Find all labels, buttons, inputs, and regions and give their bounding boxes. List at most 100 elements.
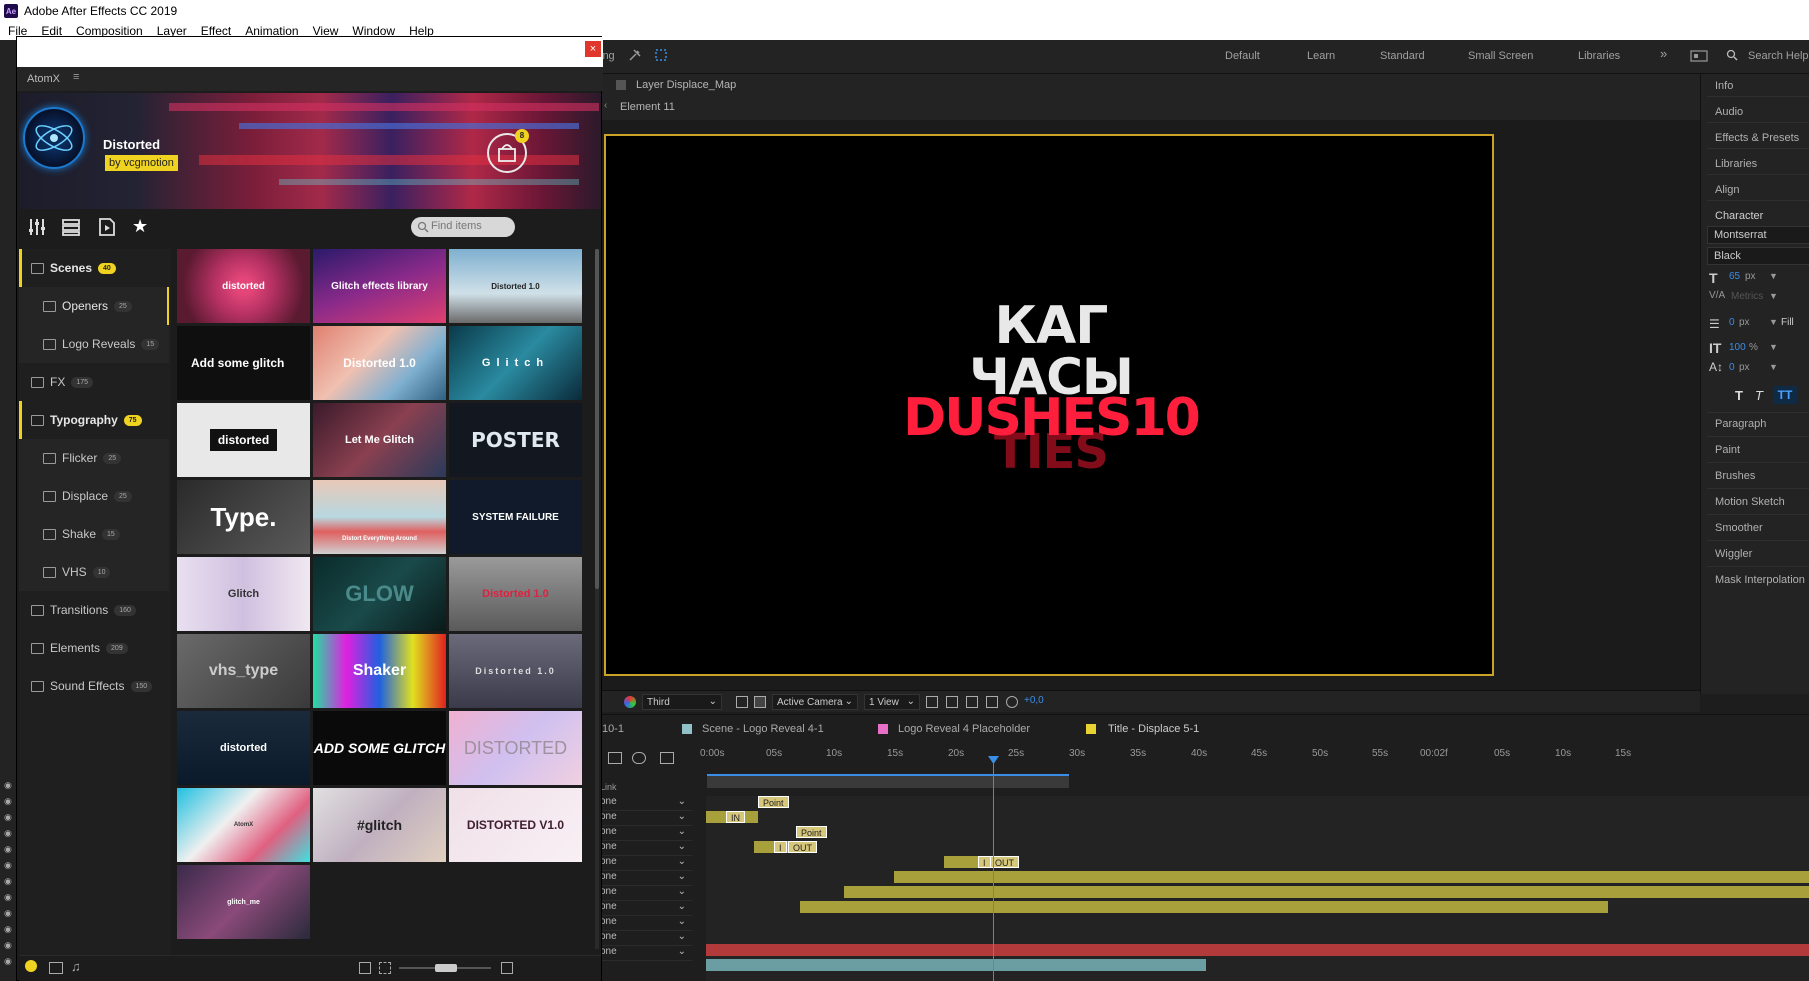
eye-icon[interactable]: ◉ [4,956,12,967]
thumbnail-size-slider[interactable] [399,964,491,972]
category-logo-reveals[interactable]: Logo Reveals 15 [19,325,169,363]
panel-motion-sketch[interactable]: Motion Sketch [1715,496,1785,508]
panel-paragraph[interactable]: Paragraph [1715,418,1766,430]
category-scenes[interactable]: Scenes 40 [19,249,169,287]
category-typography[interactable]: Typography 75 [19,401,169,439]
transparency-grid-icon[interactable] [946,696,958,708]
faux-italic-icon[interactable]: T [1755,388,1763,403]
item-thumbnail[interactable]: distorted [177,249,310,323]
item-thumbnail[interactable]: Distorted 1.0 [449,634,582,708]
panel-wiggler[interactable]: Wiggler [1715,548,1752,560]
all-caps-icon[interactable]: TT [1773,386,1797,404]
item-thumbnail[interactable]: Glitch [177,557,310,631]
timeline-tab-3[interactable]: Logo Reveal 4 Placeholder [898,723,1030,735]
breadcrumb[interactable]: Element 11 [620,101,675,113]
leading-value[interactable]: 0 [1729,317,1735,328]
layer-bar[interactable] [800,901,1608,913]
panel-sync-icon[interactable] [1690,49,1708,66]
eye-icon[interactable]: ◉ [4,828,12,839]
eye-icon[interactable]: ◉ [4,876,12,887]
workspace-default[interactable]: Default [1225,50,1260,62]
font-style-select[interactable]: Black [1707,247,1809,265]
panel-effects-presets[interactable]: Effects & Presets [1715,132,1799,144]
panel-libraries[interactable]: Libraries [1715,158,1757,170]
graph-editor-icon[interactable] [660,752,674,764]
chevron-down-icon[interactable]: ▼ [1769,291,1778,301]
item-thumbnail[interactable]: vhs_type [177,634,310,708]
keyframe-marker[interactable]: IN [726,811,745,823]
keyframe-marker-in[interactable]: I [774,841,787,853]
layer-bar[interactable] [706,959,1206,971]
workspace-standard[interactable]: Standard [1380,50,1425,62]
layer-row[interactable]: one ⌄ [600,931,692,946]
chevron-down-icon[interactable]: ▼ [1769,342,1778,352]
layer-row[interactable]: one ⌄ [600,856,692,871]
category-transitions[interactable]: Transitions 160 [19,591,169,629]
timeline-tab-2[interactable]: Scene - Logo Reveal 4-1 [702,723,824,735]
search-help-input[interactable]: Search Help [1748,50,1809,62]
category-sound-effects[interactable]: Sound Effects 150 [19,667,169,705]
item-thumbnail[interactable]: POSTER [449,403,582,477]
scrollbar-thumb[interactable] [595,249,599,589]
item-thumbnail[interactable]: Glitch effects library [313,249,446,323]
workspace-libraries[interactable]: Libraries [1578,50,1620,62]
category-vhs[interactable]: VHS 10 [19,553,169,591]
item-thumbnail[interactable]: Add some glitch [177,326,310,400]
fill-select[interactable]: Fill [1781,317,1794,328]
composition-frame[interactable]: КАГ ЧАСЫ TIES DUSHES10 [604,134,1494,676]
expand-icon[interactable] [379,962,391,974]
panel-menu-icon[interactable]: ≡ [73,71,79,83]
keyframe-marker[interactable]: Point [758,796,789,808]
category-fx[interactable]: FX 175 [19,363,169,401]
layer-row[interactable]: one ⌄ [600,841,692,856]
item-thumbnail[interactable]: Distorted 1.0 [449,557,582,631]
panel-brushes[interactable]: Brushes [1715,470,1755,482]
workspace-small-screen[interactable]: Small Screen [1468,50,1533,62]
pin-icon[interactable] [628,48,642,65]
eye-icon[interactable]: ◉ [4,780,12,791]
category-flicker[interactable]: Flicker 25 [19,439,169,477]
layer-row[interactable]: one ⌄ [600,886,692,901]
motion-blur-icon[interactable] [632,752,646,764]
eye-icon[interactable]: ◉ [4,844,12,855]
3d-renderer-icon[interactable] [986,696,998,708]
item-thumbnail[interactable]: Glitch [449,326,582,400]
grid-toggle-icon[interactable] [736,696,748,708]
panel-smoother[interactable]: Smoother [1715,522,1763,534]
layer-bar[interactable] [706,944,1809,956]
faux-bold-icon[interactable]: T [1735,388,1743,403]
document-play-icon[interactable] [97,217,117,240]
keyframe-marker[interactable]: Point [796,826,827,838]
layer-row[interactable]: one ⌄ [600,811,692,826]
category-shake[interactable]: Shake 15 [19,515,169,553]
notification-icon[interactable] [25,960,37,972]
workspace-learn[interactable]: Learn [1307,50,1335,62]
camera-view-select[interactable]: Third ⌄ [642,694,722,710]
viewer-layer-label[interactable]: Layer Displace_Map [636,79,736,91]
panel-paint[interactable]: Paint [1715,444,1740,456]
exposure-value[interactable]: +0,0 [1024,695,1044,706]
item-thumbnail[interactable]: Distorted 1.0 [313,326,446,400]
time-ruler[interactable]: 0:00s 05s 10s 15s 20s 25s 30s 35s 40s 45… [700,744,1809,794]
item-thumbnail[interactable]: distorted [177,711,310,785]
workspace-overflow-icon[interactable]: » [1660,46,1667,61]
playhead[interactable] [993,758,994,981]
item-thumbnail[interactable]: AtomX [177,788,310,862]
item-thumbnail[interactable]: Distort Everything Around [313,480,446,554]
fast-preview-icon[interactable] [926,696,938,708]
pack-author[interactable]: by vcgmotion [105,155,178,171]
baseline-shift-value[interactable]: 0 [1729,362,1735,373]
layer-row[interactable]: one ⌄ [600,916,692,931]
grid-scrollbar[interactable] [595,249,599,949]
eye-icon[interactable]: ◉ [4,892,12,903]
timeline-tab-4[interactable]: Title - Displace 5-1 [1108,723,1199,735]
snap-icon[interactable] [654,48,668,65]
item-thumbnail[interactable]: Shaker [313,634,446,708]
panel-character[interactable]: Character [1715,210,1763,222]
timeline-tab-1[interactable]: 10-1 [602,723,624,735]
item-thumbnail[interactable]: Type. [177,480,310,554]
keyframe-marker[interactable]: OUT [990,856,1019,868]
eye-icon[interactable]: ◉ [4,860,12,871]
vertical-scale-value[interactable]: 100 [1729,342,1746,353]
panel-audio[interactable]: Audio [1715,106,1743,118]
